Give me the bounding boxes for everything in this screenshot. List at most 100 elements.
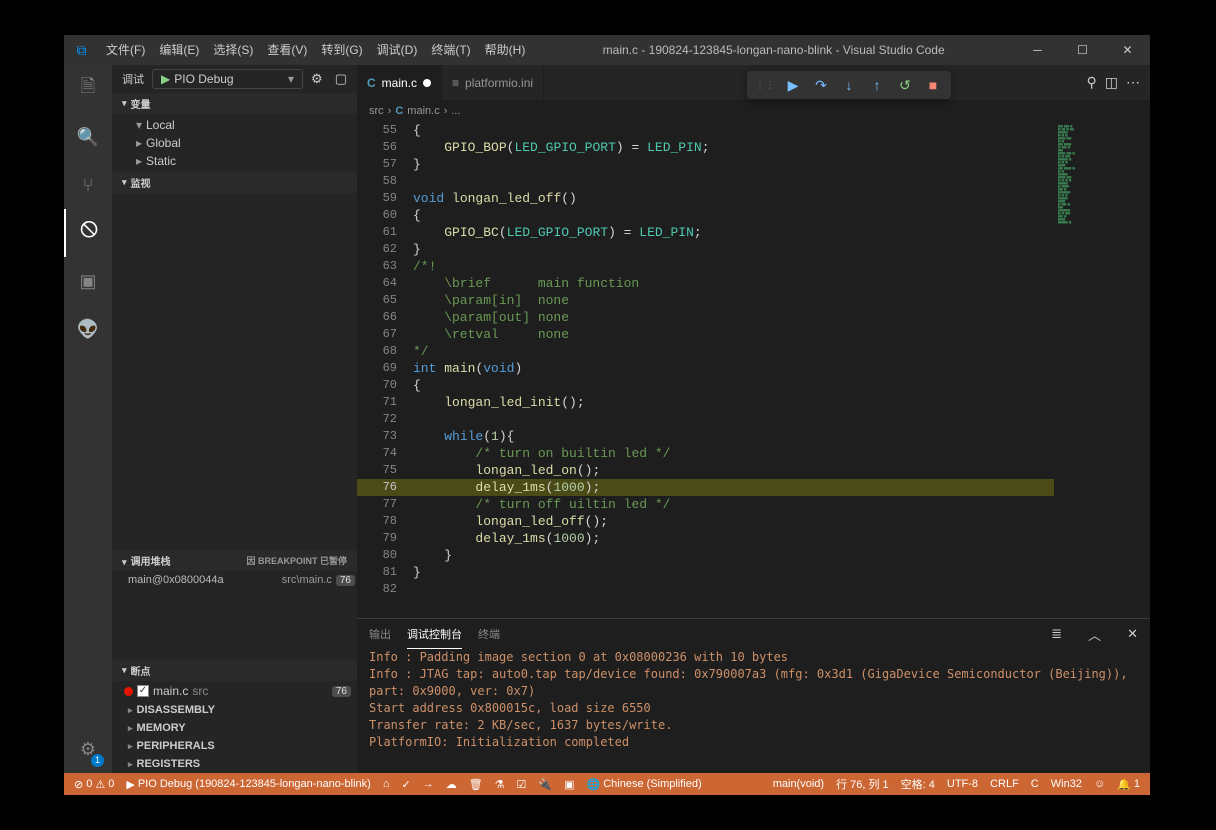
status-os[interactable]: Win32 [1045,778,1088,790]
step-into-button[interactable]: ↓ [835,72,863,98]
status-language[interactable]: 🌐 Chinese (Simplified) [581,778,708,791]
menu-debug[interactable]: 调试(D) [370,35,425,65]
status-pio-clean-icon[interactable]: 🗑 [463,778,489,791]
bp-file: main.c [153,684,188,698]
tab-platformio-ini[interactable]: ≡ platformio.ini [442,65,544,100]
watch-header[interactable]: ▾监视 [112,172,357,193]
status-debug-config[interactable]: ▶ PIO Debug (190824-123845-longan-nano-b… [120,778,376,791]
menu-go[interactable]: 转到(G) [314,35,369,65]
continue-button[interactable]: ▶ [779,72,807,98]
window-title: main.c - 190824-123845-longan-nano-blink… [532,43,1015,57]
bp-line: 76 [332,686,351,697]
tab-main-c[interactable]: C main.c [357,65,442,100]
variables-list: ▾Local ▸Global ▸Static [112,114,357,172]
minimap[interactable]: ████ ████ ████ ███ ██ █████████████ ██ █… [1054,122,1150,618]
debug-toolbar[interactable]: ⋮⋮ ▶ ↷ ↓ ↑ ↺ ■ [747,71,951,99]
registers-header[interactable]: ▸REGISTERS [112,755,357,773]
panel-tab-debug-console[interactable]: 调试控制台 [407,620,462,649]
menu-view[interactable]: 查看(V) [260,35,314,65]
tab-label: main.c [382,76,417,90]
menu-selection[interactable]: 选择(S) [206,35,260,65]
minimize-button[interactable]: ─ [1015,35,1060,65]
debug-console-output[interactable]: Info : Padding image section 0 at 0x0800… [357,649,1150,773]
step-out-button[interactable]: ↑ [863,72,891,98]
variables-header[interactable]: ▾变量 [112,93,357,114]
debug-config-select[interactable]: ▶ PIO Debug ▾ [152,69,303,89]
pin-icon[interactable]: ⚲ [1087,74,1097,91]
tab-label: platformio.ini [465,76,533,90]
status-pio-home-icon[interactable]: ⌂ [377,778,396,790]
breadcrumb[interactable]: src› C main.c› ... [357,100,1150,122]
status-feedback-icon[interactable]: ☺ [1088,778,1111,790]
breakpoint-dot-icon [124,687,133,696]
menu-edit[interactable]: 编辑(E) [152,35,206,65]
menu-file[interactable]: 文件(F) [99,35,152,65]
panel-tabs: 输出 调试控制台 终端 ≣ ︿ ✕ [357,619,1150,649]
status-cursor-position[interactable]: 行 76, 列 1 [830,776,895,792]
frame-line: 76 [336,575,355,586]
search-icon[interactable]: 🔍 [64,113,112,161]
breakpoints-header[interactable]: ▾断点 [112,660,357,681]
status-encoding[interactable]: UTF-8 [941,778,984,790]
status-pio-cloud-icon[interactable]: ☁ [440,778,463,791]
status-pio-upload-icon[interactable]: → [417,778,440,790]
restart-button[interactable]: ↺ [891,72,919,98]
platformio-icon[interactable]: 👽 [64,305,112,353]
frame-name: main@0x0800044a [128,574,224,586]
split-editor-icon[interactable]: ◫ [1105,74,1118,91]
status-lang-mode[interactable]: C [1025,778,1045,790]
status-pio-terminal-icon[interactable]: ▣ [558,778,580,791]
menu-terminal[interactable]: 终端(T) [424,35,477,65]
clear-icon[interactable]: ≣ [1051,626,1062,642]
extensions-icon[interactable]: ▣ [64,257,112,305]
more-icon[interactable]: ⋯ [1126,74,1140,91]
debug-console-icon[interactable]: ▢ [331,71,351,87]
status-pio-task-icon[interactable]: ☑ [511,778,533,791]
status-problems[interactable]: ⊘0⚠0 [68,778,120,791]
memory-header[interactable]: ▸MEMORY [112,719,357,737]
c-file-icon: C [395,105,403,117]
settings-icon[interactable]: ⚙1 [64,725,112,773]
panel-close-icon[interactable]: ✕ [1127,626,1138,642]
scm-icon[interactable]: ⑂ [64,161,112,209]
c-file-icon: C [367,76,376,90]
disassembly-header[interactable]: ▸DISASSEMBLY [112,701,357,719]
close-button[interactable]: ✕ [1105,35,1150,65]
peripherals-header[interactable]: ▸PERIPHERALS [112,737,357,755]
status-eol[interactable]: CRLF [984,778,1025,790]
menu-bar[interactable]: 文件(F) 编辑(E) 选择(S) 查看(V) 转到(G) 调试(D) 终端(T… [99,35,532,65]
menu-help[interactable]: 帮助(H) [478,35,533,65]
vscode-logo-icon: ⧉ [64,42,99,59]
callstack-header[interactable]: ▾调用堆栈 因 BREAKPOINT 已暂停 [112,550,357,571]
debug-icon[interactable]: 🛇 [64,209,112,257]
activity-bar: 🗎 🔍 ⑂ 🛇 ▣ 👽 ⚙1 [64,65,112,773]
drag-grip-icon[interactable]: ⋮⋮ [751,80,779,91]
breakpoint-checkbox[interactable]: ✓ [137,685,149,697]
stop-button[interactable]: ■ [919,72,947,98]
status-indent[interactable]: 空格: 4 [895,776,941,792]
panel-maximize-icon[interactable]: ︿ [1088,625,1101,644]
status-pio-test-icon[interactable]: ⚗ [489,778,511,791]
status-pio-build-icon[interactable]: ✓ [395,778,416,791]
var-scope-global[interactable]: ▸Global [112,134,357,152]
editor-area: C main.c ≡ platformio.ini ⚲ ◫ ⋯ src› C [357,65,1150,773]
breakpoint-item[interactable]: ✓ main.c src 76 [112,681,357,701]
var-scope-static[interactable]: ▸Static [112,152,357,170]
debug-sidebar: 调试 ▶ PIO Debug ▾ ⚙ ▢ ▾变量 ▾Local ▸Global … [112,65,357,773]
step-over-button[interactable]: ↷ [807,72,835,98]
status-fn[interactable]: main(void) [767,778,830,790]
stack-frame[interactable]: main@0x0800044a src\main.c 76 [112,571,357,589]
play-icon: ▶ [161,72,170,86]
gear-icon[interactable]: ⚙ [307,71,327,87]
var-scope-local[interactable]: ▾Local [112,116,357,134]
watch-empty[interactable] [112,193,357,550]
status-notifications[interactable]: 🔔 1 [1111,778,1146,791]
panel-tab-terminal[interactable]: 终端 [478,620,500,648]
status-pio-monitor-icon[interactable]: 🔌 [532,778,558,791]
maximize-button[interactable]: ☐ [1060,35,1105,65]
explorer-icon[interactable]: 🗎 [64,65,112,113]
debug-config-name: PIO Debug [174,72,284,86]
title-bar: ⧉ 文件(F) 编辑(E) 选择(S) 查看(V) 转到(G) 调试(D) 终端… [64,35,1150,65]
panel-tab-output[interactable]: 输出 [369,620,391,648]
code-editor[interactable]: ▶ 55{ 56 GPIO_BOP(LED_GPIO_PORT) = LED_P… [357,122,1054,618]
